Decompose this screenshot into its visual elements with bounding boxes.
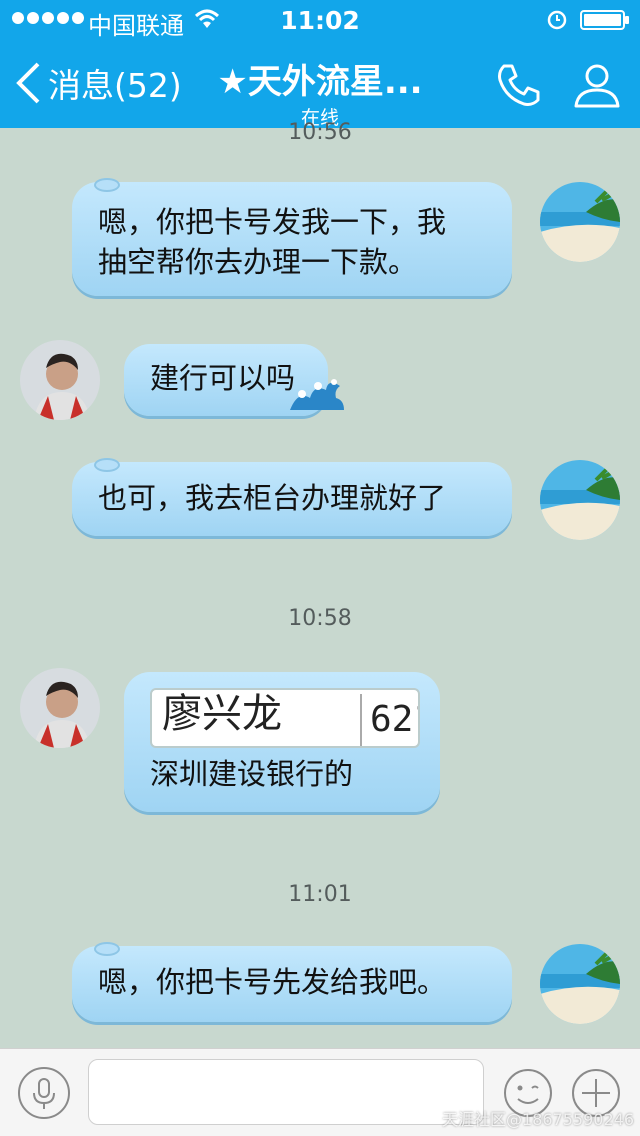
battery-icon [580,10,629,30]
message-text-line: 嗯，你把卡号发我一下，我 [98,205,447,239]
message-text: 也可，我去柜台办理就好了 [98,481,447,515]
outgoing-message-bubble[interactable]: 也可，我去柜台办理就好了 [72,458,512,536]
back-button[interactable]: 消息(52) [14,58,182,108]
incoming-message-bubble[interactable]: 建行可以吗 [124,344,344,416]
outgoing-message-bubble[interactable]: 嗯，你把卡号发我一下，我 抽空帮你去办理一下款。 [72,178,512,296]
wave-decoration-icon [290,379,344,410]
input-bar: 天涯社区@18675590246 [0,1048,640,1136]
card-number: 621 [370,699,418,740]
microphone-icon [33,1078,55,1109]
message-text: 嗯，你把卡号先发给我吧。 [98,965,447,999]
outgoing-message-bubble[interactable]: 嗯，你把卡号先发给我吧。 [72,942,512,1022]
person-avatar-icon [20,340,100,420]
chat-title: ★天外流星... [217,62,423,102]
incoming-message-bubble[interactable]: 廖兴龙 621 深圳建设银行的 [124,672,440,812]
message-text: 建行可以吗 [150,361,296,395]
message-timestamp: 10:56 [288,120,352,145]
bubble-decoration-icon [94,178,120,192]
beach-avatar-icon [540,182,620,262]
message-input[interactable] [88,1059,484,1125]
alarm-icon [547,10,567,30]
card-divider [360,694,362,746]
message-text-line: 抽空帮你去办理一下款。 [98,245,418,279]
beach-avatar-icon [540,460,620,540]
message-text: 深圳建设银行的 [150,757,354,791]
person-avatar-icon [20,668,100,748]
watermark: 天涯社区@18675590246 [442,1110,634,1129]
profile-icon[interactable] [572,60,622,110]
beach-avatar-icon [540,944,620,1024]
chevron-left-icon [16,62,40,104]
contact-avatar[interactable] [20,340,100,420]
message-timestamp: 10:58 [288,606,352,631]
bubble-decoration-icon [94,458,120,472]
phone-icon[interactable] [494,60,544,110]
navigation-header: 中国联通 11:02 消息(52) ★天外流星... 在线 [0,0,640,130]
bubble-decoration-icon [94,942,120,956]
contact-avatar[interactable] [20,668,100,748]
back-label: 消息(52) [48,66,182,105]
chat-title-area[interactable]: ★天外流星... 在线 [190,54,450,130]
card-image[interactable]: 廖兴龙 621 [150,688,420,748]
card-holder-name: 廖兴龙 [162,691,282,737]
status-bar: 中国联通 11:02 [0,0,640,40]
status-time: 11:02 [280,6,360,35]
own-avatar[interactable] [540,460,620,540]
own-avatar[interactable] [540,944,620,1024]
microphone-button[interactable] [18,1067,70,1119]
own-avatar[interactable] [540,182,620,262]
message-timestamp: 11:01 [288,882,352,907]
